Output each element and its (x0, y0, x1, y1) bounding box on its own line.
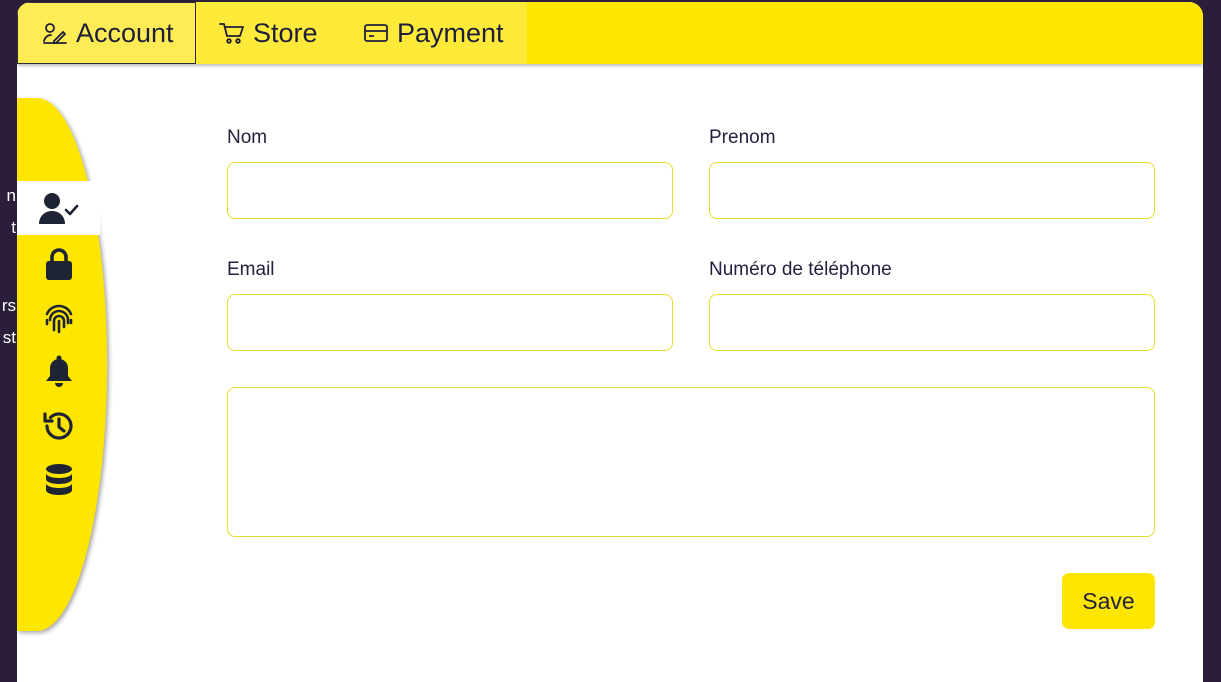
phone-input[interactable] (709, 294, 1155, 351)
email-field[interactable] (227, 294, 673, 351)
sidebar-item-biometrics[interactable] (17, 291, 100, 345)
top-navigation-bar: Account Store Payment (17, 2, 1203, 64)
user-check-icon (38, 193, 78, 224)
background-text-fragment: st (2, 328, 16, 347)
prenom-label: Prenom (709, 127, 776, 148)
save-button[interactable]: Save (1062, 573, 1155, 629)
prenom-input[interactable] (709, 162, 1155, 219)
settings-sidebar (17, 98, 107, 631)
tab-payment[interactable]: Payment (363, 2, 504, 64)
lock-icon (45, 248, 72, 280)
background-text-fragment: t (11, 218, 16, 237)
sidebar-item-database[interactable] (17, 453, 100, 507)
sidebar-item-history[interactable] (17, 399, 100, 453)
nom-label: Nom (227, 127, 268, 148)
nom-input[interactable] (227, 162, 673, 219)
database-icon (45, 464, 72, 495)
sidebar-item-security[interactable] (17, 237, 100, 291)
bell-icon (45, 355, 72, 387)
tab-account[interactable]: Account (17, 2, 196, 64)
cart-icon (219, 23, 244, 44)
email-label: Email (227, 259, 275, 280)
tab-store[interactable]: Store (219, 2, 318, 64)
signature-icon (43, 23, 67, 44)
tab-store-label: Store (253, 17, 318, 48)
background-text-fragment: n (6, 186, 16, 205)
fingerprint-icon (45, 304, 72, 334)
message-textarea[interactable] (227, 387, 1155, 537)
background-text-fragment: rs (1, 296, 16, 315)
credit-card-icon (364, 24, 388, 42)
background-window-text: n t rs st (0, 0, 18, 666)
tab-account-label: Account (76, 17, 174, 48)
phone-label: Numéro de téléphone (709, 259, 892, 280)
tab-payment-label: Payment (397, 17, 504, 48)
sidebar-item-profile[interactable] (17, 181, 100, 235)
settings-window: Account Store Payment Nom Prenom Email N… (17, 2, 1203, 682)
sidebar-item-notifications[interactable] (17, 345, 100, 399)
history-icon (42, 412, 73, 440)
